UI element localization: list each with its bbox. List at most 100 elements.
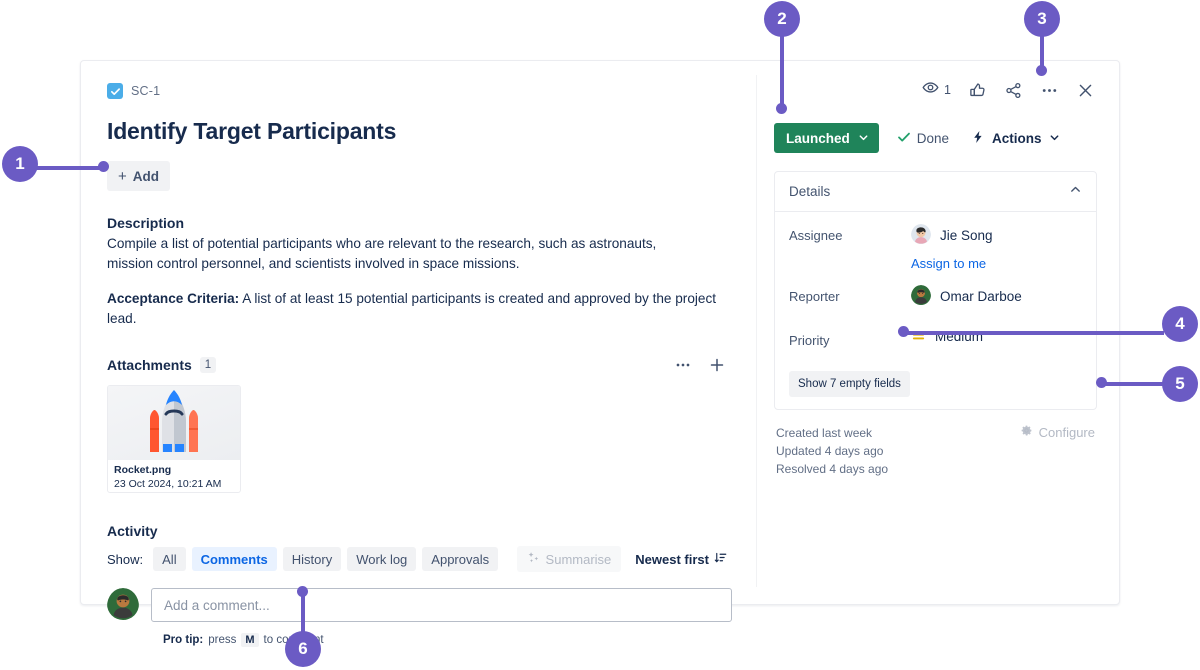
- show-empty-fields-button[interactable]: Show 7 empty fields: [789, 371, 910, 397]
- assignee-name: Jie Song: [940, 228, 993, 243]
- plus-icon: +: [118, 167, 127, 185]
- actions-label: Actions: [992, 130, 1042, 146]
- field-value-assignee[interactable]: Jie Song: [911, 224, 993, 247]
- omar-darboe-avatar: [911, 285, 931, 308]
- current-user-avatar: [107, 588, 139, 625]
- done-label: Done: [916, 130, 950, 146]
- breadcrumb: SC-1: [107, 81, 732, 101]
- check-icon: [897, 130, 911, 147]
- status-row: Launched Done Actions: [774, 123, 1097, 153]
- status-label: Launched: [786, 130, 850, 146]
- field-reporter: Reporter Omar Darboe: [789, 285, 1082, 315]
- gear-icon: [1020, 424, 1033, 440]
- attachment-thumbnail: [108, 386, 240, 460]
- assign-to-me-link[interactable]: Assign to me: [911, 256, 1082, 271]
- done-button[interactable]: Done: [897, 130, 949, 147]
- callout-4-leader: [903, 331, 1164, 335]
- summarise-button[interactable]: Summarise: [516, 546, 622, 572]
- callout-2: 2: [764, 1, 800, 37]
- callout-2-leader: [780, 36, 784, 109]
- acceptance-criteria: Acceptance Criteria: A list of at least …: [107, 289, 732, 329]
- attachment-date: 23 Oct 2024, 10:21 AM: [114, 478, 222, 490]
- attachments-header: Attachments 1: [107, 355, 727, 375]
- field-assignee: Assignee Jie Song: [789, 224, 1082, 254]
- callout-1-leader: [36, 166, 103, 170]
- plus-icon[interactable]: [707, 355, 727, 375]
- sort-order-control[interactable]: Newest first: [635, 551, 727, 567]
- eye-icon: [922, 79, 939, 101]
- share-icon[interactable]: [1003, 80, 1023, 100]
- tab-approvals[interactable]: Approvals: [422, 547, 499, 571]
- callout-3: 3: [1024, 1, 1060, 37]
- pro-tip-prefix: Pro tip:: [163, 634, 204, 646]
- attachment-meta: Rocket.png 23 Oct 2024, 10:21 AM: [108, 460, 240, 491]
- activity-heading: Activity: [107, 523, 158, 539]
- callout-6-leader: [301, 592, 305, 636]
- description-heading: Description: [107, 215, 185, 231]
- callout-1-dot: [98, 161, 109, 172]
- add-comment-row: [107, 588, 732, 625]
- pro-tip-key: M: [241, 633, 259, 647]
- details-panel: Details Assignee Jie Song Assign to me R…: [774, 171, 1097, 410]
- callout-1: 1: [2, 146, 38, 182]
- chevron-down-icon: [858, 131, 869, 146]
- tab-all[interactable]: All: [153, 547, 186, 571]
- configure-label: Configure: [1038, 424, 1095, 440]
- show-label: Show:: [107, 551, 144, 567]
- add-button[interactable]: + Add: [107, 161, 171, 191]
- summarise-label: Summarise: [545, 551, 612, 567]
- acceptance-criteria-label: Acceptance Criteria:: [107, 291, 240, 306]
- details-heading: Details: [789, 184, 831, 199]
- field-value-reporter[interactable]: Omar Darboe: [911, 285, 1022, 308]
- lightning-bolt-icon: [971, 130, 985, 147]
- callout-6: 6: [285, 631, 321, 667]
- configure-button[interactable]: Configure: [1020, 424, 1095, 440]
- actions-button[interactable]: Actions: [971, 130, 1060, 147]
- pro-tip-press: press: [208, 634, 237, 646]
- status-button[interactable]: Launched: [774, 123, 879, 153]
- attachments-heading: Attachments: [107, 357, 192, 373]
- add-button-label: Add: [132, 168, 160, 184]
- attachments-actions: [673, 355, 727, 375]
- callout-5-dot: [1096, 377, 1107, 388]
- tab-history[interactable]: History: [282, 547, 342, 571]
- jie-song-avatar: [911, 224, 931, 247]
- sort-label: Newest first: [635, 551, 709, 567]
- ellipsis-icon[interactable]: [673, 355, 693, 375]
- task-checkbox-icon: [107, 83, 123, 99]
- issue-key[interactable]: SC-1: [131, 84, 160, 98]
- callout-5: 5: [1162, 366, 1198, 402]
- chevron-up-icon[interactable]: [1069, 183, 1082, 201]
- resolved-timestamp: Resolved 4 days ago: [776, 462, 889, 476]
- comment-input[interactable]: [151, 588, 732, 622]
- tab-work-log[interactable]: Work log: [347, 547, 417, 571]
- field-label-reporter: Reporter: [789, 289, 840, 304]
- callout-2-dot: [776, 103, 787, 114]
- field-label-assignee: Assignee: [789, 228, 843, 243]
- updated-timestamp: Updated 4 days ago: [776, 444, 884, 458]
- ellipsis-icon[interactable]: [1039, 80, 1059, 100]
- callout-4: 4: [1162, 306, 1198, 342]
- watch-control[interactable]: 1: [922, 79, 951, 101]
- attachment-name: Rocket.png: [114, 464, 172, 476]
- description-body: Compile a list of potential participants…: [107, 236, 657, 271]
- issue-toolbar: 1: [774, 79, 1097, 101]
- sparkle-icon: [527, 551, 540, 567]
- watch-count: 1: [944, 83, 951, 97]
- attachment-item[interactable]: Rocket.png 23 Oct 2024, 10:21 AM: [107, 385, 241, 493]
- callout-4-dot: [898, 326, 909, 337]
- details-panel-header[interactable]: Details: [775, 172, 1096, 212]
- callout-6-dot: [297, 586, 308, 597]
- callout-5-leader: [1101, 382, 1164, 386]
- field-label-priority: Priority: [789, 333, 830, 348]
- activity-filter-bar: Show: All Comments History Work log Appr…: [107, 546, 727, 572]
- page-title: Identify Target Participants: [107, 118, 397, 144]
- callout-3-dot: [1036, 65, 1047, 76]
- tab-comments[interactable]: Comments: [191, 547, 277, 571]
- details-panel-body: Assignee Jie Song Assign to me Reporter …: [775, 212, 1096, 409]
- issue-timestamps: Created last week Updated 4 days ago Res…: [774, 424, 1097, 478]
- reporter-name: Omar Darboe: [940, 289, 1022, 304]
- close-icon[interactable]: [1075, 80, 1095, 100]
- thumbs-up-icon[interactable]: [967, 80, 987, 100]
- pro-tip: Pro tip: press M to comment: [163, 633, 732, 647]
